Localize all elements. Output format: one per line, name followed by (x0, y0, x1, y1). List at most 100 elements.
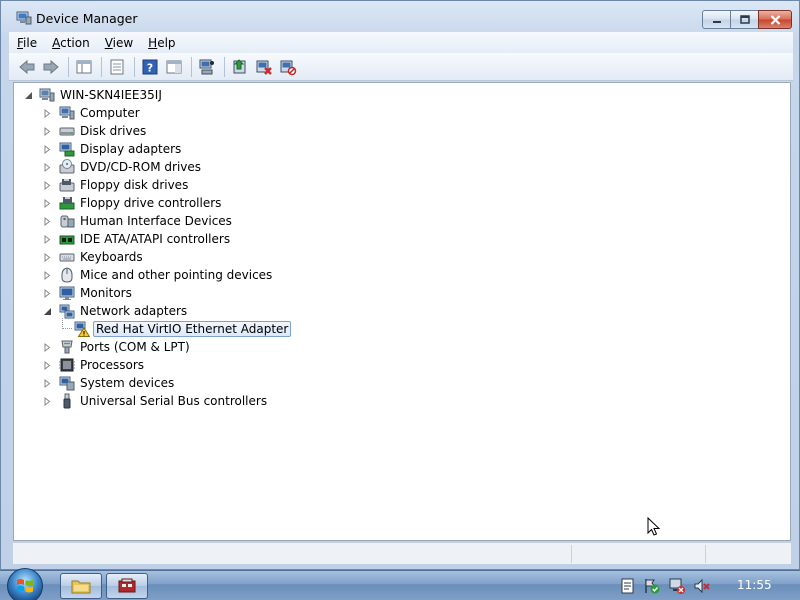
back-button[interactable] (16, 56, 38, 78)
expand-arrow-icon[interactable] (43, 180, 52, 190)
tree-category-row[interactable]: Display adapters (43, 140, 183, 158)
tree-category-row[interactable]: Monitors (43, 284, 134, 302)
expand-arrow-icon[interactable] (43, 126, 52, 136)
tree-device-label: Red Hat VirtIO Ethernet Adapter (93, 321, 292, 337)
tray-action-center[interactable] (643, 577, 661, 595)
hid-icon (60, 215, 75, 228)
menu-file[interactable]: File (17, 36, 37, 50)
show-hide-icon (166, 60, 182, 73)
expand-arrow-icon[interactable] (43, 288, 52, 298)
uninstall-device-icon (280, 60, 297, 75)
action-center-flag-icon (645, 579, 660, 594)
expand-arrow-icon[interactable] (43, 360, 52, 370)
expand-arrow-icon[interactable] (43, 144, 52, 154)
forward-icon (43, 59, 59, 74)
tree-category-row[interactable]: Floppy drive controllers (43, 194, 223, 212)
expand-arrow-icon[interactable] (43, 342, 52, 352)
expand-arrow-icon[interactable] (43, 378, 52, 388)
start-button[interactable] (7, 568, 43, 600)
help-icon: ? (142, 59, 158, 74)
taskbar-clock[interactable]: 11:55 (737, 578, 772, 592)
dvd-drive-icon (59, 159, 75, 174)
network-error-icon (669, 578, 685, 594)
tree-category-row[interactable]: System devices (43, 374, 176, 392)
expand-arrow-icon[interactable] (43, 198, 52, 208)
tray-network[interactable] (668, 577, 686, 595)
show-hide-button[interactable] (163, 56, 185, 78)
title-bar[interactable]: Device Manager (1, 1, 799, 32)
tree-category-row[interactable]: Mice and other pointing devices (43, 266, 274, 284)
expand-arrow-icon[interactable] (43, 270, 52, 280)
expand-arrow-icon[interactable] (43, 216, 52, 226)
update-driver-icon (233, 58, 246, 73)
status-bar (13, 542, 791, 564)
menu-help[interactable]: Help (148, 36, 175, 50)
disable-device-button[interactable] (253, 56, 275, 78)
collapse-arrow-icon[interactable] (43, 307, 52, 316)
expand-arrow-icon[interactable] (43, 234, 52, 244)
device-manager-icon (16, 11, 32, 25)
tree-category-row[interactable]: Processors (43, 356, 146, 374)
toolbar: ? (9, 53, 793, 81)
processor-icon (59, 358, 75, 372)
keyboard-icon (59, 253, 75, 262)
scan-hardware-icon (199, 59, 214, 74)
device-manager-task-icon (118, 578, 136, 593)
scan-hardware-button[interactable] (196, 56, 218, 78)
help-button[interactable]: ? (139, 56, 161, 78)
port-icon (61, 340, 73, 354)
tree-category-row[interactable]: Universal Serial Bus controllers (43, 392, 269, 410)
computer-root-icon (39, 88, 55, 102)
tree-category-row[interactable]: DVD/CD-ROM drives (43, 158, 203, 176)
toolbar-separator (134, 56, 135, 77)
tray-volume[interactable] (693, 577, 711, 595)
tree-category-row[interactable]: Human Interface Devices (43, 212, 234, 230)
tree-root-label: WIN-SKN4IEE35IJ (60, 88, 162, 102)
status-divider (571, 545, 572, 563)
tree-category-row[interactable]: Keyboards (43, 248, 145, 266)
expand-arrow-icon[interactable] (43, 252, 52, 262)
tree-category-row[interactable]: IDE ATA/ATAPI controllers (43, 230, 232, 248)
menu-action[interactable]: Action (52, 36, 90, 50)
minimize-button[interactable] (702, 10, 730, 29)
floppy-controller-icon (59, 197, 75, 210)
tray-notes[interactable] (618, 577, 636, 595)
menu-view[interactable]: View (105, 36, 133, 50)
device-tree[interactable]: WIN-SKN4IEE35IJ Computer Disk drives Displ… (13, 82, 791, 541)
tree-category-row[interactable]: Floppy disk drives (43, 176, 190, 194)
tree-root-row[interactable]: WIN-SKN4IEE35IJ (24, 86, 164, 104)
tree-category-label: Ports (COM & LPT) (80, 340, 190, 354)
uninstall-device-button[interactable] (277, 56, 299, 78)
system-device-icon (59, 376, 75, 391)
taskbar-device-manager-button[interactable] (106, 573, 148, 599)
close-icon (770, 14, 780, 25)
ide-controller-icon (59, 235, 75, 245)
taskbar-explorer-button[interactable] (60, 573, 102, 599)
mouse-pointer-icon (647, 517, 661, 536)
tree-category-label: Network adapters (80, 304, 188, 318)
toolbar-separator (68, 56, 69, 77)
expand-arrow-icon[interactable] (43, 162, 52, 172)
tree-category-row[interactable]: Computer (43, 104, 142, 122)
close-button[interactable] (758, 10, 792, 29)
usb-icon (63, 393, 71, 409)
monitor-icon (59, 286, 75, 300)
collapse-arrow-icon[interactable] (24, 91, 33, 100)
expand-arrow-icon[interactable] (43, 396, 52, 406)
expand-arrow-icon[interactable] (43, 108, 52, 118)
properties-button[interactable] (106, 56, 128, 78)
maximize-icon (739, 15, 750, 24)
tree-category-label: DVD/CD-ROM drives (80, 160, 202, 174)
toolbar-separator (101, 56, 102, 77)
update-driver-button[interactable] (229, 56, 251, 78)
tree-category-row[interactable]: Disk drives (43, 122, 148, 140)
tree-category-label: Floppy disk drives (80, 178, 189, 192)
toolbar-separator (224, 56, 225, 77)
tree-category-label: Keyboards (80, 250, 143, 264)
document-icon (621, 578, 633, 594)
tree-device-row[interactable]: Red Hat VirtIO Ethernet Adapter (62, 318, 292, 338)
maximize-button[interactable] (730, 10, 758, 29)
forward-button[interactable] (40, 56, 62, 78)
show-console-tree-button[interactable] (73, 56, 95, 78)
tree-category-row[interactable]: Ports (COM & LPT) (43, 338, 192, 356)
